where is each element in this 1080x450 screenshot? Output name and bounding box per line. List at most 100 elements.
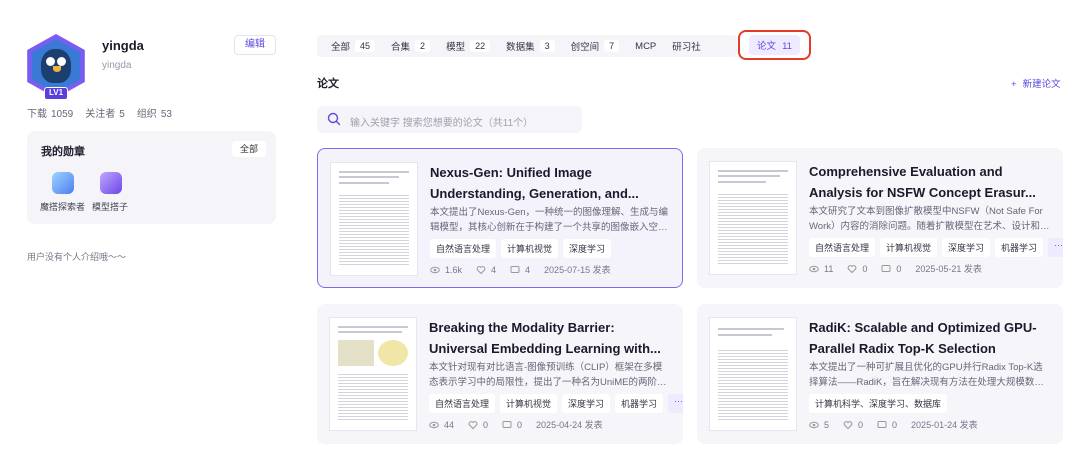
comment-icon: [510, 265, 520, 273]
heart-icon: [843, 420, 853, 429]
comments-count[interactable]: 4: [510, 265, 530, 275]
paper-description: 本文提出了Nexus-Gen，一种统一的图像理解、生成与编辑模型，其核心创新在于…: [430, 207, 669, 233]
tag[interactable]: 深度学习: [942, 238, 991, 257]
search-box[interactable]: 输入关键字 搜索您想要的论文（共11个）: [317, 106, 582, 133]
paper-meta: 1.6k 4 4 2025-07-15 发表: [430, 263, 611, 276]
paper-thumbnail: [330, 162, 418, 276]
paper-card[interactable]: Nexus-Gen: Unified Image Understanding, …: [317, 148, 683, 288]
paper-card[interactable]: RadiK: Scalable and Optimized GPU-Parall…: [697, 304, 1063, 444]
paper-thumbnail: [709, 317, 797, 431]
tag[interactable]: 计算机科学、深度学习、数据库: [809, 394, 948, 413]
heart-icon: [476, 265, 486, 274]
paper-card[interactable]: Comprehensive Evaluation and Analysis fo…: [697, 148, 1063, 288]
user-handle: yingda: [102, 60, 132, 71]
eye-icon: [429, 421, 439, 428]
publish-date: 2025-01-24 发表: [911, 420, 978, 430]
paper-meta: 44 0 0 2025-04-24 发表: [429, 418, 603, 431]
paper-card[interactable]: Breaking the Modality Barrier: Universal…: [317, 304, 683, 444]
tab-collections[interactable]: 合集 2: [391, 39, 431, 53]
badges-card: 我的勋章 全部 魔搭探索者 模型搭子: [27, 131, 276, 224]
tag[interactable]: 深度学习: [563, 239, 612, 258]
likes-count[interactable]: 0: [843, 420, 863, 430]
content-tabs: 全部 45 合集 2 模型 22 数据集 3 创空间 7 MCP 研习社: [317, 35, 737, 57]
paper-tags: 自然语言处理 计算机视觉 深度学习 机器学习 ···: [809, 238, 1063, 257]
paper-title[interactable]: Comprehensive Evaluation and Analysis fo…: [809, 161, 1049, 203]
tab-papers[interactable]: 论文 11: [738, 30, 811, 60]
tab-mcp[interactable]: MCP: [635, 41, 656, 52]
paper-thumbnail: [329, 317, 417, 431]
heart-icon: [847, 264, 857, 273]
avatar[interactable]: LV1: [24, 34, 88, 100]
publish-date: 2025-07-15 发表: [544, 265, 611, 275]
stat-followers[interactable]: 关注者 5: [85, 105, 125, 120]
eye-icon: [809, 265, 819, 272]
user-bio: 用户没有个人介绍哦～～: [27, 252, 127, 262]
paper-tags: 自然语言处理 计算机视觉 深度学习: [430, 239, 612, 258]
comments-count[interactable]: 0: [502, 420, 522, 430]
badges-title: 我的勋章: [41, 146, 85, 158]
paper-meta: 5 0 0 2025-01-24 发表: [809, 418, 978, 431]
search-icon: [327, 112, 341, 126]
comment-icon: [881, 264, 891, 272]
tab-studios[interactable]: 创空间 7: [571, 39, 620, 53]
paper-description: 本文提出了一种可扩展且优化的GPU并行Radix Top-K选择算法——Radi…: [809, 362, 1044, 388]
medal-label: 模型搭子: [92, 202, 129, 212]
views-count: 11: [809, 264, 833, 274]
tag[interactable]: 计算机视觉: [880, 238, 938, 257]
paper-thumbnail: [709, 161, 797, 275]
tag[interactable]: 自然语言处理: [809, 238, 876, 257]
views-count: 44: [429, 420, 454, 430]
tab-all[interactable]: 全部 45: [331, 39, 376, 53]
tag[interactable]: 机器学习: [995, 238, 1044, 257]
publish-date: 2025-05-21 发表: [915, 264, 982, 274]
section-title: 论文: [317, 78, 339, 90]
likes-count[interactable]: 0: [847, 264, 867, 274]
paper-description: 本文研究了文本到图像扩散模型中NSFW（Not Safe For Work）内容…: [809, 206, 1043, 232]
paper-tags: 自然语言处理 计算机视觉 深度学习 机器学习 ···: [429, 394, 683, 413]
publish-date: 2025-04-24 发表: [536, 420, 603, 430]
paper-title[interactable]: Nexus-Gen: Unified Image Understanding, …: [430, 162, 668, 204]
views-count: 5: [809, 420, 829, 430]
tab-datasets[interactable]: 数据集 3: [506, 39, 555, 53]
comments-count[interactable]: 0: [881, 264, 901, 274]
paper-title[interactable]: Breaking the Modality Barrier: Universal…: [429, 317, 669, 359]
likes-count[interactable]: 0: [468, 420, 488, 430]
tag[interactable]: 计算机视觉: [501, 239, 559, 258]
tag[interactable]: 自然语言处理: [429, 394, 496, 413]
edit-profile-button[interactable]: 编辑: [234, 35, 276, 55]
level-badge: LV1: [44, 87, 68, 100]
stat-downloads[interactable]: 下载 1059: [27, 105, 73, 120]
username: yingda: [102, 38, 144, 53]
tab-learning-club[interactable]: 研习社: [672, 39, 701, 53]
tag[interactable]: 深度学习: [562, 394, 611, 413]
explorer-medal-icon[interactable]: [52, 172, 74, 194]
avatar-bird-image: [31, 39, 81, 93]
medal-label: 魔搭探索者: [40, 202, 86, 212]
paper-meta: 11 0 0 2025-05-21 发表: [809, 262, 982, 275]
eye-icon: [809, 421, 819, 428]
likes-count[interactable]: 4: [476, 265, 496, 275]
comment-icon: [877, 420, 887, 428]
tab-models[interactable]: 模型 22: [446, 39, 491, 53]
tag[interactable]: 自然语言处理: [430, 239, 497, 258]
user-stats: 下载 1059 关注者 5 组织 53: [27, 105, 172, 120]
eye-icon: [430, 266, 440, 273]
more-menu-icon[interactable]: ···: [1044, 0, 1054, 5]
stat-organizations[interactable]: 组织 53: [137, 105, 172, 120]
plus-icon: +: [1011, 79, 1017, 90]
heart-icon: [468, 420, 478, 429]
comment-icon: [502, 420, 512, 428]
views-count: 1.6k: [430, 265, 462, 275]
more-tags-button[interactable]: ···: [668, 394, 683, 413]
more-tags-button[interactable]: ···: [1048, 238, 1063, 257]
paper-tags: 计算机科学、深度学习、数据库: [809, 394, 948, 413]
badges-all-button[interactable]: 全部: [232, 141, 266, 157]
paper-description: 本文针对现有对比语言-图像预训练（CLIP）框架在多模态表示学习中的局限性，提出…: [429, 362, 667, 388]
search-input[interactable]: 输入关键字 搜索您想要的论文（共11个）: [350, 114, 533, 129]
comments-count[interactable]: 0: [877, 420, 897, 430]
tag[interactable]: 计算机视觉: [500, 394, 558, 413]
tag[interactable]: 机器学习: [615, 394, 664, 413]
model-buddy-medal-icon[interactable]: [100, 172, 122, 194]
paper-title[interactable]: RadiK: Scalable and Optimized GPU-Parall…: [809, 317, 1049, 359]
new-paper-button[interactable]: + 新建论文: [1011, 76, 1061, 90]
